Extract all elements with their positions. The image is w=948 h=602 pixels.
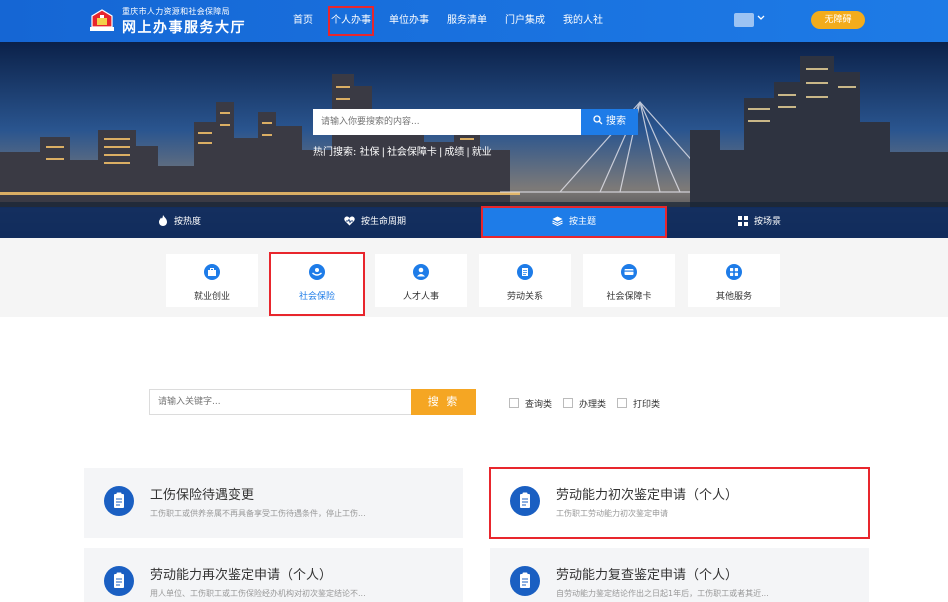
accessibility-button[interactable]: 无障碍	[811, 11, 865, 29]
keyword-search-input[interactable]	[149, 389, 412, 415]
checkbox-label: 办理类	[579, 400, 607, 410]
chevron-down-icon[interactable]	[756, 12, 766, 24]
flame-icon	[159, 215, 167, 226]
checkbox-box[interactable]	[563, 398, 573, 408]
category-labor-relations[interactable]: 劳动关系	[479, 254, 571, 307]
checkbox-label: 查询类	[525, 400, 553, 410]
nav-personal[interactable]: 个人办事	[322, 0, 380, 42]
category-label: 劳动关系	[506, 292, 543, 302]
clipboard-icon	[510, 486, 540, 516]
category-label: 社会保险	[298, 292, 335, 302]
service-card-title: 劳动能力初次鉴定申请（个人）	[556, 488, 739, 503]
hero-search-input[interactable]	[313, 109, 581, 135]
tab-by-scenario[interactable]: 按场景	[738, 207, 781, 238]
hot-search: 热门搜索: 社保 | 社会保障卡 | 成绩 | 就业	[313, 147, 492, 158]
apps-icon	[726, 264, 742, 280]
main-nav: 首页 个人办事 单位办事 服务清单 门户集成 我的人社	[284, 0, 612, 42]
service-card[interactable]: 劳动能力再次鉴定申请（个人） 用人单位、工伤职工或工伤保险经办机构对初次鉴定结论…	[84, 548, 463, 602]
clipboard-icon	[104, 486, 134, 516]
checkbox-box[interactable]	[617, 398, 627, 408]
tab-label: 按主题	[568, 217, 596, 227]
user-avatar[interactable]	[734, 13, 754, 27]
search-icon	[593, 115, 603, 125]
hero-search-label: 搜索	[606, 116, 626, 127]
category-other-services[interactable]: 其他服务	[688, 254, 780, 307]
insurance-hands-icon	[309, 264, 325, 280]
category-label: 社会保障卡	[606, 292, 652, 302]
brand-title[interactable]: 网上办事服务大厅	[122, 17, 246, 37]
card-icon	[621, 264, 637, 280]
filter-handle-checkbox[interactable]: 办理类	[563, 397, 606, 410]
nav-unit[interactable]: 单位办事	[380, 0, 438, 42]
tab-by-popularity[interactable]: 按热度	[158, 207, 201, 238]
hot-search-item[interactable]: 就业	[472, 147, 492, 158]
hot-search-label: 热门搜索:	[313, 147, 357, 158]
tab-label: 按热度	[174, 217, 202, 227]
nav-service-list[interactable]: 服务清单	[438, 0, 496, 42]
browse-tabs: 按热度 按生命周期 按主题 按场景	[0, 206, 948, 238]
filter-print-checkbox[interactable]: 打印类	[617, 397, 660, 410]
page: 重庆市人力资源和社会保障局 网上办事服务大厅 首页 个人办事 单位办事 服务清单…	[0, 0, 948, 602]
user-icon	[413, 264, 429, 280]
clipboard-icon	[104, 566, 134, 596]
category-label: 人才人事	[402, 292, 439, 302]
service-card-title: 工伤保险待遇变更	[150, 488, 255, 503]
service-card[interactable]: 工伤保险待遇变更 工伤职工或供养亲属不再具备享受工伤待遇条件，停止工伤...	[84, 468, 463, 538]
filter-query-checkbox[interactable]: 查询类	[509, 397, 552, 410]
checkbox-label: 打印类	[633, 400, 661, 410]
category-talent-personnel[interactable]: 人才人事	[375, 254, 467, 307]
layers-icon	[552, 216, 563, 227]
tab-by-life-cycle[interactable]: 按生命周期	[344, 207, 406, 238]
clipboard-icon	[510, 566, 540, 596]
keyword-search-button[interactable]: 搜 索	[411, 389, 476, 415]
hot-search-item[interactable]: 成绩	[444, 147, 464, 158]
service-card-desc: 用人单位、工伤职工或工伤保险经办机构对初次鉴定结论不...	[150, 589, 366, 598]
hero-banner: 搜索 热门搜索: 社保|社会保障卡|成绩|就业 按热度 按生命周期	[0, 42, 948, 238]
briefcase-icon	[204, 264, 220, 280]
nav-home[interactable]: 首页	[284, 0, 322, 42]
service-card-title: 劳动能力复查鉴定申请（个人）	[556, 568, 739, 583]
document-icon	[517, 264, 533, 280]
brand-subtitle: 重庆市人力资源和社会保障局	[122, 7, 230, 16]
service-card[interactable]: 劳动能力复查鉴定申请（个人） 自劳动能力鉴定结论作出之日起1年后，工伤职工或者其…	[490, 548, 869, 602]
category-row: 就业创业 社会保险 人才人事 劳动关系 社会保障卡 其他服务	[0, 238, 948, 317]
hero-search-button[interactable]: 搜索	[581, 109, 638, 135]
service-card-desc: 工伤职工或供养亲属不再具备享受工伤待遇条件，停止工伤...	[150, 509, 366, 518]
top-header: 重庆市人力资源和社会保障局 网上办事服务大厅 首页 个人办事 单位办事 服务清单…	[0, 0, 948, 42]
checkbox-box[interactable]	[509, 398, 519, 408]
category-label: 其他服务	[715, 292, 752, 302]
nav-portal[interactable]: 门户集成	[496, 0, 554, 42]
category-employment[interactable]: 就业创业	[166, 254, 258, 307]
grid-icon	[738, 216, 748, 226]
service-card-desc: 自劳动能力鉴定结论作出之日起1年后，工伤职工或者其近...	[556, 589, 769, 598]
category-label: 就业创业	[193, 292, 230, 302]
tab-label: 按场景	[754, 217, 782, 227]
tab-by-theme[interactable]: 按主题	[481, 206, 667, 238]
tab-label: 按生命周期	[361, 217, 407, 227]
nav-my-hrss[interactable]: 我的人社	[554, 0, 612, 42]
service-card[interactable]: 劳动能力初次鉴定申请（个人） 工伤职工劳动能力初次鉴定申请	[489, 467, 870, 539]
category-social-security-card[interactable]: 社会保障卡	[583, 254, 675, 307]
service-card-title: 劳动能力再次鉴定申请（个人）	[150, 568, 333, 583]
service-card-desc: 工伤职工劳动能力初次鉴定申请	[556, 509, 668, 518]
heart-pulse-icon	[344, 216, 355, 226]
hot-search-item[interactable]: 社会保障卡	[387, 147, 437, 158]
hot-search-item[interactable]: 社保	[360, 147, 380, 158]
hrss-logo-icon	[90, 9, 114, 31]
category-social-insurance[interactable]: 社会保险	[269, 252, 365, 316]
